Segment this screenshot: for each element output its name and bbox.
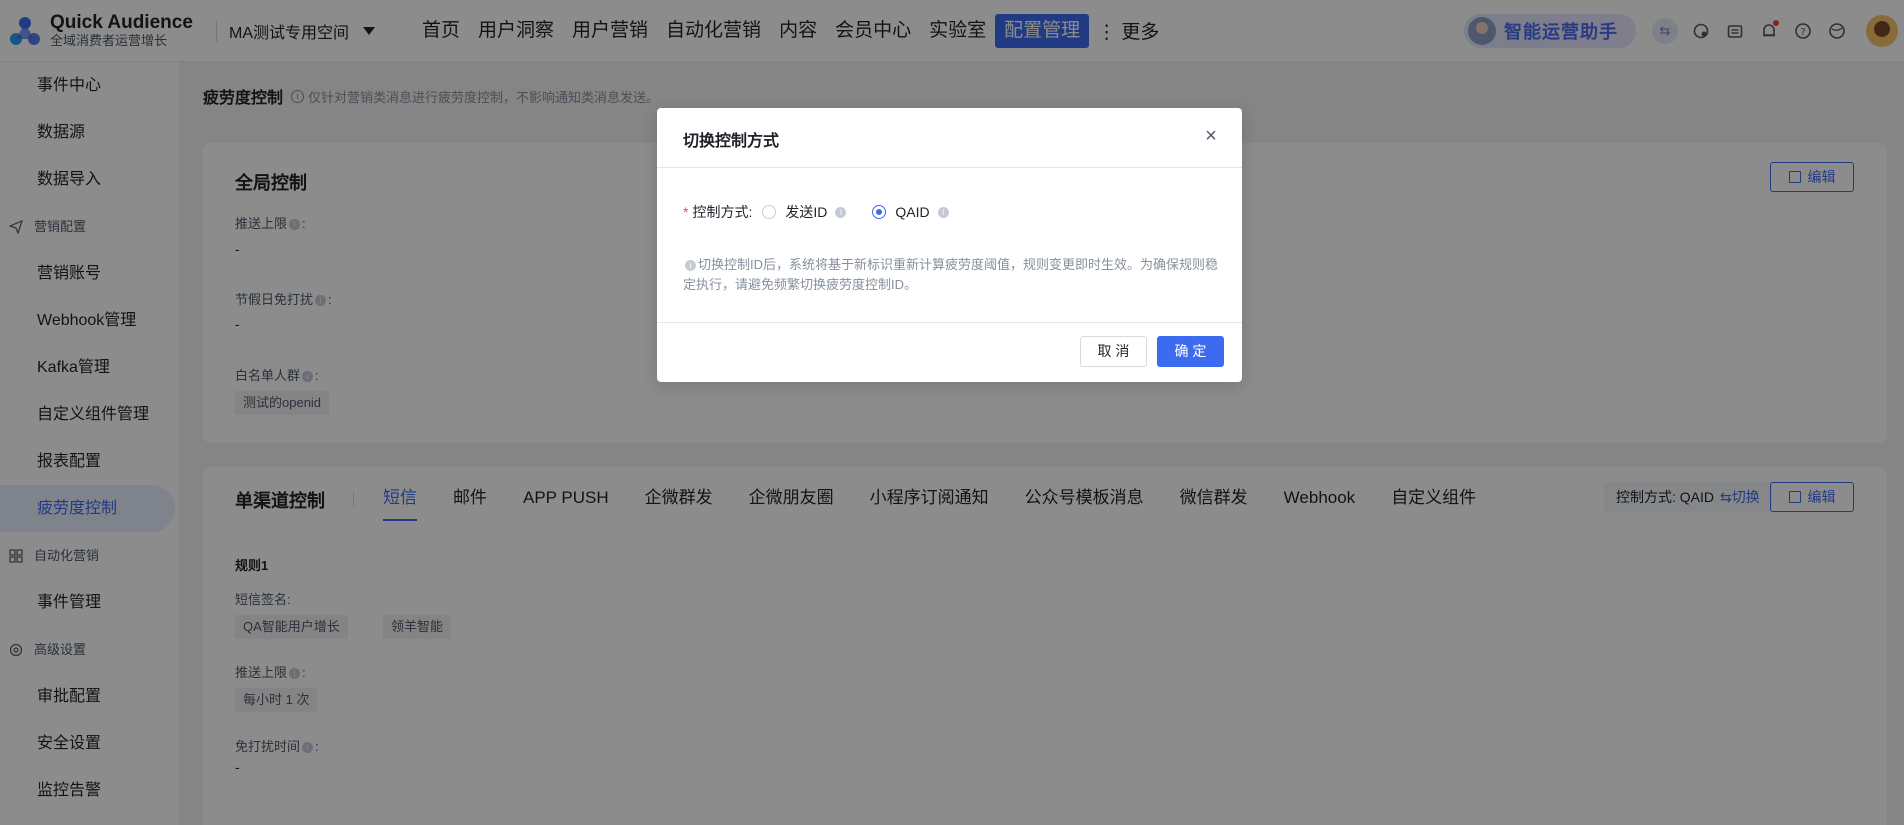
confirm-button[interactable]: 确 定 [1157, 336, 1224, 367]
modal-note: i 切换控制ID后，系统将基于新标识重新计算疲劳度阈值，规则变更即时生效。为确保规… [683, 255, 1223, 295]
radio-qaid[interactable] [872, 205, 887, 219]
radio-label-send-id[interactable]: 发送ID [785, 202, 827, 222]
modal-note-text: 切换控制ID后，系统将基于新标识重新计算疲劳度阈值，规则变更即时生效。为确保规则… [683, 257, 1219, 292]
required-mark: * [683, 204, 689, 220]
info-icon: i [835, 206, 847, 218]
switch-control-modal: 切换控制方式 × * 控制方式: 发送ID i QAID i i 切换控制ID后，… [657, 108, 1242, 382]
modal-title: 切换控制方式 [683, 133, 780, 150]
info-icon: i [937, 206, 949, 218]
divider [657, 322, 1242, 323]
cancel-button[interactable]: 取 消 [1080, 336, 1147, 367]
radio-send-id[interactable] [762, 205, 777, 219]
divider [657, 167, 1242, 168]
close-icon[interactable]: × [1202, 126, 1220, 146]
info-icon: i [685, 260, 696, 272]
control-mode-field: * 控制方式: 发送ID i QAID i [683, 202, 951, 222]
radio-label-qaid[interactable]: QAID [895, 204, 929, 220]
field-label: 控制方式: [692, 204, 753, 220]
